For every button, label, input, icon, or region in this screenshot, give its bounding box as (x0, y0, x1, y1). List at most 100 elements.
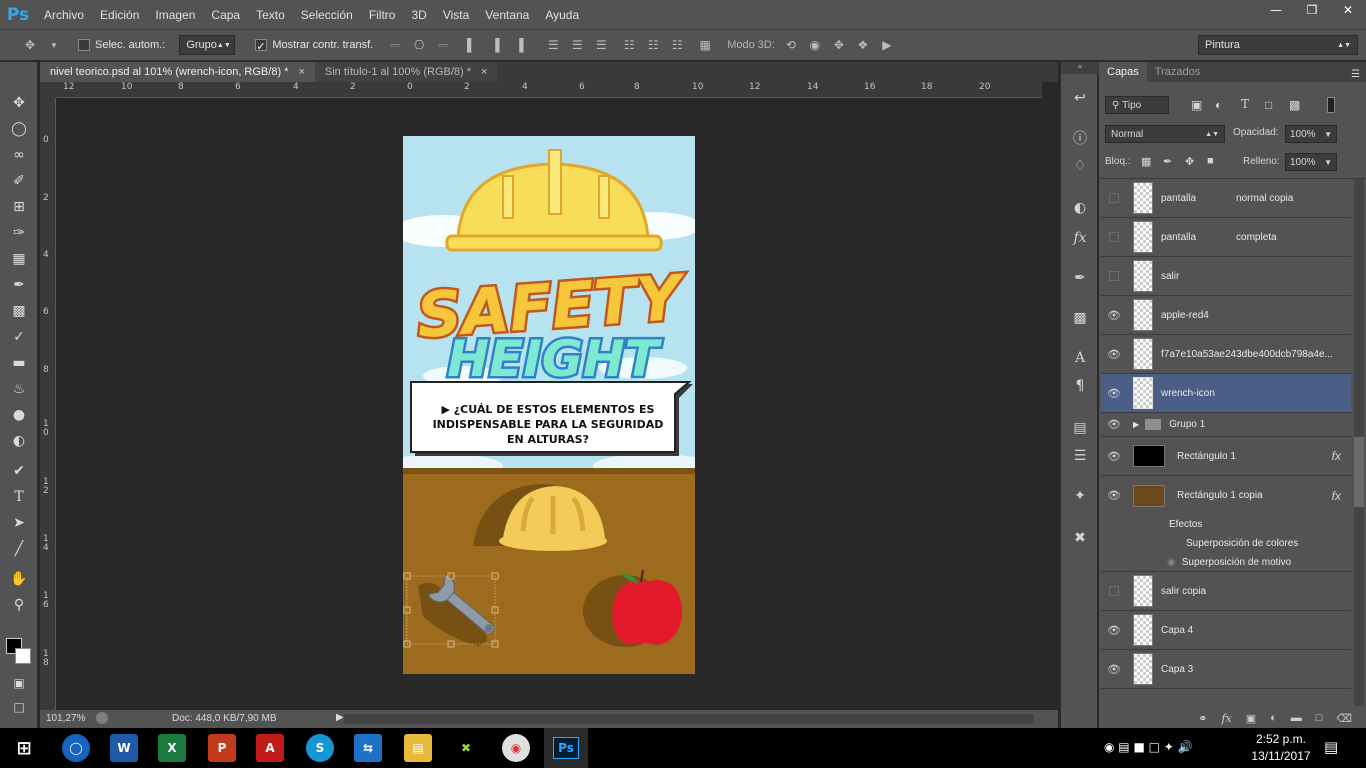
menu-ayuda[interactable]: Ayuda (537, 8, 587, 22)
camtasia-icon[interactable]: ✖ (452, 734, 480, 762)
auto-align-icon[interactable]: ▦ (697, 37, 713, 53)
distribute-bottom-icon[interactable]: ☰ (593, 37, 609, 53)
background-color-swatch[interactable] (15, 648, 31, 664)
restore-icon[interactable]: ❐ (1294, 0, 1330, 20)
line-tool-icon[interactable]: ╱ (8, 538, 30, 560)
adjustments-icon[interactable]: ◐ (1070, 198, 1090, 218)
tools-preset-icon[interactable]: ✖ (1070, 528, 1090, 548)
close-icon[interactable]: ✕ (1330, 0, 1366, 20)
3d-icon[interactable]: ✦ (1070, 486, 1090, 506)
tab-capas[interactable]: Capas (1099, 62, 1147, 82)
align-hcenter-icon[interactable]: ▐ (487, 37, 503, 53)
menu-3d[interactable]: 3D (403, 8, 434, 22)
effect-row[interactable]: ◉ Superposición de motivo (1101, 553, 1351, 572)
move-tool-icon[interactable]: ✥ (8, 92, 30, 114)
new-group-icon[interactable]: ▬ (1291, 712, 1302, 724)
layer-row[interactable]: salir copia (1101, 572, 1351, 611)
align-bottom-icon[interactable]: ⎓ (435, 37, 451, 53)
clock-date[interactable]: 13/11/2017 (1248, 749, 1314, 763)
auto-select-dropdown[interactable]: Grupo ▲▼ (179, 35, 236, 55)
chevron-down-icon[interactable]: ▼ (46, 37, 62, 53)
acrobat-icon[interactable]: A (256, 734, 284, 762)
move-tool-icon[interactable]: ✥ (22, 37, 38, 53)
distribute-hcenter-icon[interactable]: ☷ (645, 37, 661, 53)
clock-time[interactable]: 2:52 p.m. (1248, 732, 1314, 746)
distribute-right-icon[interactable]: ☷ (669, 37, 685, 53)
horizontal-scrollbar[interactable] (344, 714, 1034, 724)
layer-row[interactable]: pantalla completa (1101, 218, 1351, 257)
close-icon[interactable]: × (481, 66, 487, 78)
lock-paint-icon[interactable]: ✒ (1163, 155, 1172, 168)
rotate-3d-icon[interactable]: ⟲ (783, 37, 799, 53)
group-row[interactable]: 👁 ▶ Grupo 1 (1101, 413, 1351, 437)
menu-ventana[interactable]: Ventana (477, 8, 537, 22)
expand-arrow-icon[interactable]: ▶ (1133, 420, 1139, 429)
filter-smart-icon[interactable]: ▩ (1289, 98, 1300, 112)
menu-seleccion[interactable]: Selección (293, 8, 361, 22)
tray-icons[interactable]: ◉ ▤ ■ □ ✦ 🔊 (1104, 740, 1193, 754)
skype-icon[interactable]: S (306, 734, 334, 762)
distribute-top-icon[interactable]: ☰ (545, 37, 561, 53)
marquee-tool-icon[interactable]: ◯ (8, 118, 30, 140)
photoshop-taskbar-icon[interactable]: Ps (544, 728, 588, 768)
layer-row-selected[interactable]: 👁 wrench-icon (1101, 374, 1351, 413)
file-explorer-icon[interactable]: ▤ (404, 734, 432, 762)
workspace-dropdown[interactable]: Pintura ▲▼ (1198, 35, 1358, 55)
styles-icon[interactable]: fx (1070, 228, 1090, 248)
character-icon[interactable]: A (1070, 348, 1090, 368)
paragraph-icon[interactable]: ¶ (1070, 376, 1090, 396)
stamp-tool-icon[interactable]: ▩ (8, 300, 30, 322)
tab-sin-titulo[interactable]: Sin título-1 al 100% (RGB/8) * × (314, 62, 498, 82)
layers-scrollbar[interactable] (1354, 179, 1364, 706)
filter-type-icon[interactable]: T (1241, 97, 1249, 111)
history-brush-icon[interactable]: ✓ (8, 326, 30, 348)
link-layers-icon[interactable]: ⚭ (1198, 712, 1207, 725)
layer-row[interactable]: 👁 f7a7e10a53ae243dbe400dcb798a4e... (1101, 335, 1351, 374)
chrome-icon[interactable]: ◉ (502, 734, 530, 762)
filter-shape-icon[interactable]: □ (1265, 98, 1272, 112)
close-icon[interactable]: × (298, 66, 304, 78)
brushes-icon[interactable]: ✒ (1070, 268, 1090, 288)
panel-menu-icon[interactable]: ☰ (1345, 67, 1366, 82)
screen-mode-icon[interactable]: □ (8, 696, 30, 718)
menu-edicion[interactable]: Edición (92, 8, 147, 22)
windows-start-icon[interactable]: ⊞ (10, 734, 38, 762)
teamviewer-icon[interactable]: ⇆ (354, 734, 382, 762)
info-icon[interactable]: ⓘ (1070, 128, 1090, 148)
word-icon[interactable]: W (110, 734, 138, 762)
menu-imagen[interactable]: Imagen (147, 8, 203, 22)
blend-mode-dropdown[interactable]: Normal ▲▼ (1105, 125, 1225, 143)
blur-tool-icon[interactable]: ● (8, 404, 30, 426)
align-top-icon[interactable]: ⎓ (387, 37, 403, 53)
quick-mask-icon[interactable]: ▣ (8, 672, 30, 694)
lock-all-icon[interactable]: ■ (1207, 155, 1214, 167)
menu-capa[interactable]: Capa (203, 8, 248, 22)
notifications-icon[interactable]: ▤ (1324, 738, 1338, 756)
add-style-icon[interactable]: fx (1221, 712, 1231, 725)
eye-icon[interactable]: 👁 (1101, 387, 1127, 400)
add-mask-icon[interactable]: ▣ (1246, 712, 1256, 725)
eye-icon[interactable]: 👁 (1101, 348, 1127, 361)
distribute-vcenter-icon[interactable]: ☰ (569, 37, 585, 53)
align-right-icon[interactable]: ▐ (511, 37, 527, 53)
layer-row[interactable]: 👁 Capa 3 (1101, 650, 1351, 689)
filter-toggle[interactable] (1327, 97, 1335, 113)
minimize-icon[interactable]: — (1258, 0, 1294, 20)
filter-pixel-icon[interactable]: ▣ (1191, 98, 1202, 112)
visibility-toggle[interactable] (1109, 586, 1119, 596)
visibility-toggle[interactable] (1109, 193, 1119, 203)
slide-3d-icon[interactable]: ❖ (855, 37, 871, 53)
excel-icon[interactable]: X (158, 734, 186, 762)
paint-bucket-icon[interactable]: ♨ (8, 378, 30, 400)
tab-nivel-teorico[interactable]: nivel teorico.psd al 101% (wrench-icon, … (40, 62, 315, 82)
lock-transparent-icon[interactable]: ▦ (1141, 155, 1151, 168)
notes-icon[interactable]: ▤ (1070, 418, 1090, 438)
eye-icon[interactable]: 👁 (1101, 489, 1127, 502)
lasso-tool-icon[interactable]: ∞ (8, 144, 30, 166)
canvas-area[interactable]: SAFETY HEIGHT ▶ ¿CUÁL DE ESTOS ELEMENTOS… (57, 98, 1042, 710)
eye-icon[interactable]: 👁 (1101, 418, 1127, 431)
healing-brush-icon[interactable]: ▦ (8, 248, 30, 270)
menu-archivo[interactable]: Archivo (36, 8, 92, 22)
effect-row[interactable]: Superposición de colores (1101, 534, 1351, 553)
drag-3d-icon[interactable]: ✥ (831, 37, 847, 53)
